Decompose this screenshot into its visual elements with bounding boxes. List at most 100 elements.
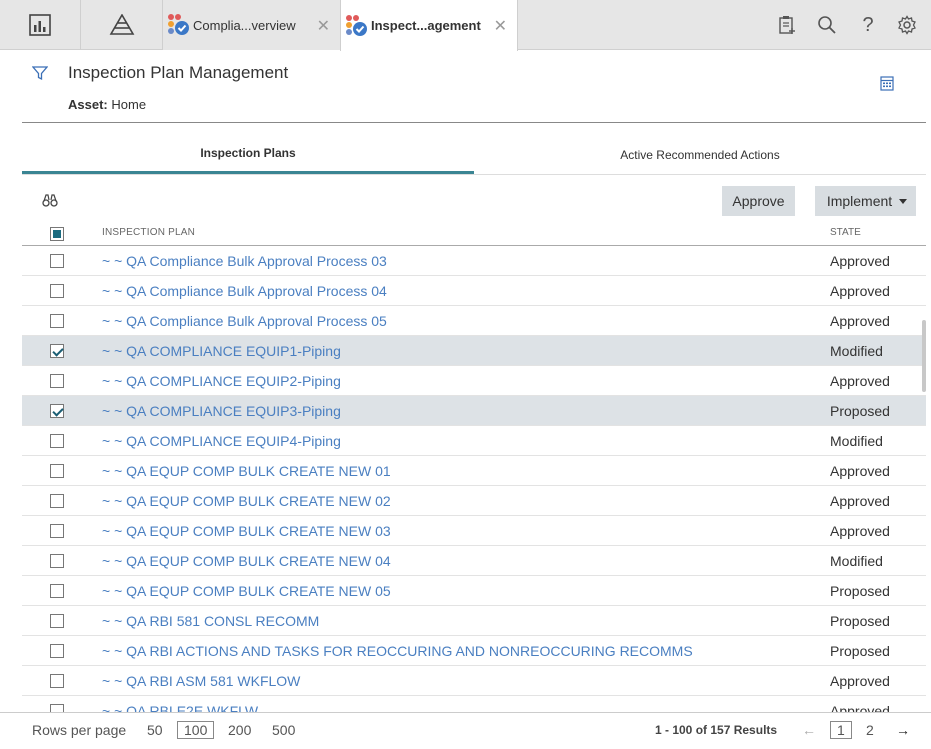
prev-page-icon[interactable]: ← — [802, 722, 816, 738]
table-row[interactable]: ~ ~ QA EQUP COMP BULK CREATE NEW 04 Modif… — [22, 546, 926, 576]
help-icon[interactable]: ? — [855, 0, 881, 50]
table-row[interactable]: ~ ~ QA EQUP COMP BULK CREATE NEW 03 Appro… — [22, 516, 926, 546]
state-value: Proposed — [830, 643, 890, 659]
close-icon[interactable]: ✕ — [494, 16, 507, 36]
results-total: of 157 Results — [695, 723, 778, 737]
tab-active-recommended-actions[interactable]: Active Recommended Actions — [474, 135, 926, 175]
rows-option-200[interactable]: 200 — [228, 722, 251, 738]
table-row[interactable]: ~ ~ QA Compliance Bulk Approval Process … — [22, 246, 926, 276]
inspection-plan-link[interactable]: ~ ~ QA RBI E2E WKFLW — [102, 703, 258, 712]
inspection-plan-link[interactable]: ~ ~ QA RBI ACTIONS AND TASKS FOR REOCCUR… — [102, 643, 693, 659]
scrollbar[interactable] — [922, 320, 926, 392]
table-row[interactable]: ~ ~ QA COMPLIANCE EQUIP3-Piping Proposed — [22, 396, 926, 426]
row-checkbox[interactable] — [50, 674, 64, 688]
inspection-plan-link[interactable]: ~ ~ QA EQUP COMP BULK CREATE NEW 01 — [102, 463, 391, 479]
row-checkbox[interactable] — [50, 614, 64, 628]
table-row[interactable]: ~ ~ QA EQUP COMP BULK CREATE NEW 01 Appro… — [22, 456, 926, 486]
row-checkbox[interactable] — [50, 584, 64, 598]
rows-option-50[interactable]: 50 — [147, 722, 163, 738]
rows-option-500[interactable]: 500 — [272, 722, 295, 738]
table-row[interactable]: ~ ~ QA Compliance Bulk Approval Process … — [22, 306, 926, 336]
row-checkbox[interactable] — [50, 314, 64, 328]
page-title: Inspection Plan Management — [68, 63, 289, 82]
table-body: ~ ~ QA Compliance Bulk Approval Process … — [22, 246, 926, 712]
results-range: 1 - 100 — [655, 723, 693, 737]
table-row[interactable]: ~ ~ QA COMPLIANCE EQUIP4-Piping Modified — [22, 426, 926, 456]
search-icon[interactable] — [814, 0, 840, 50]
table-row[interactable]: ~ ~ QA RBI 581 CONSL RECOMM Proposed — [22, 606, 926, 636]
approve-button[interactable]: Approve — [722, 186, 795, 216]
table-row[interactable]: ~ ~ QA COMPLIANCE EQUIP1-Piping Modified — [22, 336, 926, 366]
table-row[interactable]: ~ ~ QA RBI ACTIONS AND TASKS FOR REOCCUR… — [22, 636, 926, 666]
binoculars-icon[interactable] — [42, 194, 58, 212]
gear-icon[interactable] — [894, 0, 920, 50]
tab-inspection-plan-management[interactable]: Inspect...agement ✕ — [340, 0, 518, 51]
row-checkbox[interactable] — [50, 524, 64, 538]
inspection-plan-link[interactable]: ~ ~ QA COMPLIANCE EQUIP3-Piping — [102, 403, 341, 419]
state-value: Proposed — [830, 613, 890, 629]
table-row[interactable]: ~ ~ QA COMPLIANCE EQUIP2-Piping Approved — [22, 366, 926, 396]
state-value: Approved — [830, 463, 890, 479]
filter-icon[interactable] — [31, 65, 49, 86]
table-row[interactable]: ~ ~ QA Compliance Bulk Approval Process … — [22, 276, 926, 306]
inspection-plan-link[interactable]: ~ ~ QA COMPLIANCE EQUIP2-Piping — [102, 373, 341, 389]
inspection-plan-link[interactable]: ~ ~ QA EQUP COMP BULK CREATE NEW 03 — [102, 523, 391, 539]
app-badge-icon — [167, 13, 191, 37]
row-checkbox[interactable] — [50, 404, 64, 418]
inspection-plan-link[interactable]: ~ ~ QA Compliance Bulk Approval Process … — [102, 313, 387, 329]
table-header: INSPECTION PLAN STATE — [22, 220, 926, 246]
row-checkbox[interactable] — [50, 344, 64, 358]
asset-value[interactable]: Home — [111, 97, 146, 112]
implement-button[interactable]: Implement — [815, 186, 916, 216]
state-value: Proposed — [830, 583, 890, 599]
subtab-bar: Inspection Plans Active Recommended Acti… — [22, 135, 926, 175]
column-header-state[interactable]: STATE — [830, 227, 861, 238]
select-all-checkbox[interactable] — [50, 227, 64, 241]
inspection-plan-link[interactable]: ~ ~ QA COMPLIANCE EQUIP4-Piping — [102, 433, 341, 449]
inspection-plan-link[interactable]: ~ ~ QA Compliance Bulk Approval Process … — [102, 283, 387, 299]
page-1[interactable]: 1 — [830, 721, 852, 739]
column-header-inspection-plan[interactable]: INSPECTION PLAN — [102, 227, 195, 238]
row-checkbox[interactable] — [50, 554, 64, 568]
row-checkbox[interactable] — [50, 464, 64, 478]
pagination-footer: Rows per page 50 100 200 500 1 - 100 of … — [0, 712, 931, 749]
row-checkbox[interactable] — [50, 434, 64, 448]
divider — [22, 122, 926, 123]
state-value: Approved — [830, 283, 890, 299]
inspection-plan-link[interactable]: ~ ~ QA COMPLIANCE EQUIP1-Piping — [102, 343, 341, 359]
rows-option-100[interactable]: 100 — [177, 721, 215, 739]
main-content: Inspection Plan Management Asset: Home I… — [0, 50, 931, 749]
inspection-plan-link[interactable]: ~ ~ QA RBI ASM 581 WKFLOW — [102, 673, 300, 689]
state-value: Proposed — [830, 403, 890, 419]
row-checkbox[interactable] — [50, 254, 64, 268]
inspection-plan-link[interactable]: ~ ~ QA Compliance Bulk Approval Process … — [102, 253, 387, 269]
table-row[interactable]: ~ ~ QA EQUP COMP BULK CREATE NEW 05 Propo… — [22, 576, 926, 606]
row-checkbox[interactable] — [50, 374, 64, 388]
page-2[interactable]: 2 — [866, 722, 874, 738]
table-row[interactable]: ~ ~ QA EQUP COMP BULK CREATE NEW 02 Appro… — [22, 486, 926, 516]
asset-hierarchy-icon[interactable] — [80, 0, 163, 50]
clipboard-add-icon[interactable] — [774, 0, 800, 50]
inspection-plan-link[interactable]: ~ ~ QA RBI 581 CONSL RECOMM — [102, 613, 319, 629]
row-checkbox[interactable] — [50, 494, 64, 508]
tab-inspection-plans[interactable]: Inspection Plans — [22, 135, 474, 175]
row-checkbox[interactable] — [50, 284, 64, 298]
row-checkbox[interactable] — [50, 644, 64, 658]
asset-breadcrumb: Asset: Home — [68, 97, 146, 112]
close-icon[interactable]: ✕ — [317, 16, 330, 36]
state-value: Approved — [830, 253, 890, 269]
inspection-plan-link[interactable]: ~ ~ QA EQUP COMP BULK CREATE NEW 05 — [102, 583, 391, 599]
table-row[interactable]: ~ ~ QA RBI E2E WKFLW Approved — [22, 696, 926, 712]
next-page-icon[interactable]: → — [896, 722, 910, 738]
inspection-plan-link[interactable]: ~ ~ QA EQUP COMP BULK CREATE NEW 02 — [102, 493, 391, 509]
tab-compliance-overview[interactable]: Complia...verview ✕ — [162, 0, 340, 50]
app-badge-icon — [345, 14, 369, 38]
table-row[interactable]: ~ ~ QA RBI ASM 581 WKFLOW Approved — [22, 666, 926, 696]
caret-down-icon — [899, 199, 907, 204]
inspection-plan-link[interactable]: ~ ~ QA EQUP COMP BULK CREATE NEW 04 — [102, 553, 391, 569]
state-value: Approved — [830, 313, 890, 329]
row-checkbox[interactable] — [50, 704, 64, 712]
calendar-icon[interactable] — [880, 75, 894, 96]
dashboard-icon[interactable] — [0, 0, 80, 50]
top-bar: Complia...verview ✕ Inspect...agement ✕ … — [0, 0, 931, 51]
